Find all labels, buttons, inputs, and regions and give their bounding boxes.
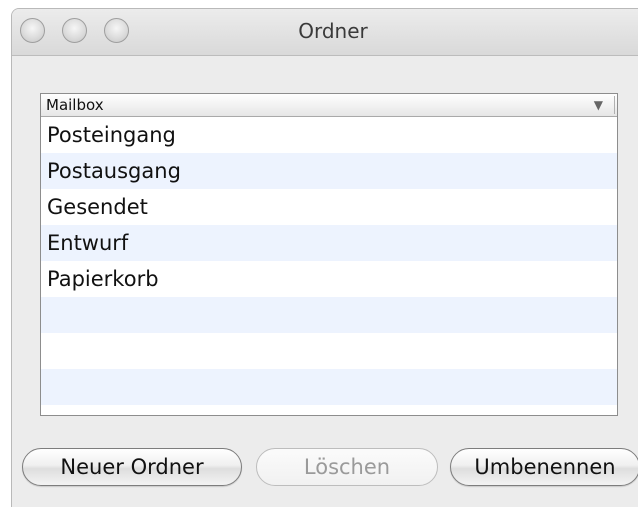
title-bar[interactable]: Ordner — [12, 9, 638, 56]
mailbox-row-postausgang[interactable]: Postausgang — [41, 153, 617, 189]
delete-button[interactable]: Löschen — [256, 448, 438, 486]
empty-row — [41, 333, 617, 369]
mailbox-row-papierkorb[interactable]: Papierkorb — [41, 261, 617, 297]
column-divider — [614, 96, 615, 114]
column-header-mailbox[interactable]: Mailbox ▼ — [41, 94, 617, 117]
mailbox-row-entwurf[interactable]: Entwurf — [41, 225, 617, 261]
window-title: Ordner — [298, 19, 368, 43]
mailbox-row-posteingang[interactable]: Posteingang — [41, 117, 617, 153]
empty-row — [41, 297, 617, 333]
new-folder-button[interactable]: Neuer Ordner — [22, 448, 242, 486]
mailbox-row-gesendet[interactable]: Gesendet — [41, 189, 617, 225]
button-bar: Neuer Ordner Löschen Umbenennen — [12, 448, 638, 488]
window-content: Mailbox ▼ Posteingang Postausgang Gesend… — [12, 56, 638, 507]
mailbox-list: Posteingang Postausgang Gesendet Entwurf… — [41, 117, 617, 405]
empty-row — [41, 369, 617, 405]
column-header-label: Mailbox — [46, 96, 104, 114]
sort-descending-icon: ▼ — [593, 98, 603, 112]
mailbox-table[interactable]: Mailbox ▼ Posteingang Postausgang Gesend… — [40, 93, 618, 416]
rename-button[interactable]: Umbenennen — [450, 448, 638, 486]
folders-window: Ordner Mailbox ▼ Posteingang Postausgang… — [11, 8, 638, 507]
